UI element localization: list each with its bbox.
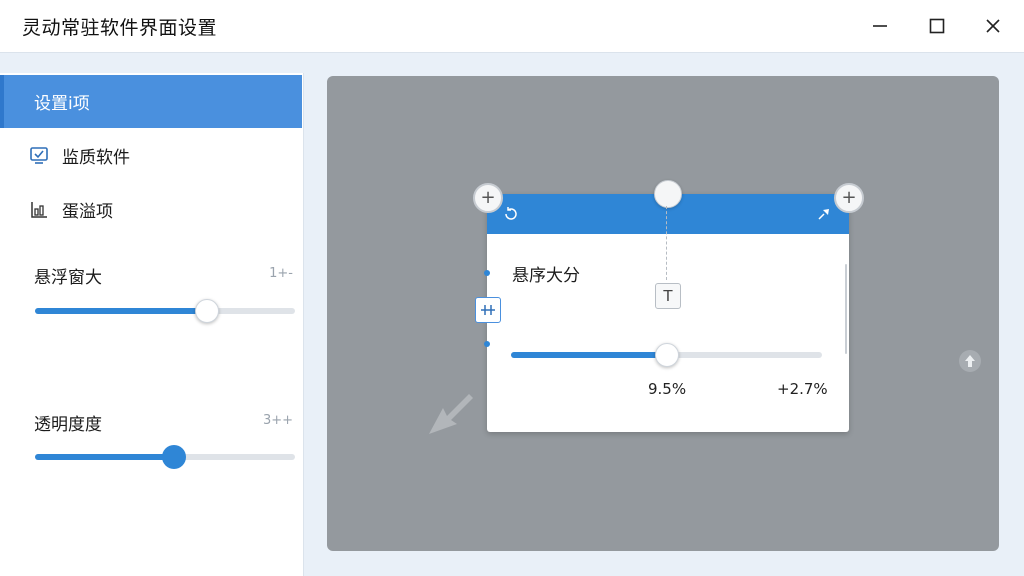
minimize-icon — [873, 25, 887, 27]
sidebar-item-settings[interactable]: 设置і项 — [0, 75, 302, 128]
minimize-button[interactable] — [862, 8, 898, 44]
floating-window-slider[interactable] — [511, 343, 822, 367]
opacity-slider-value: 3++ — [262, 413, 293, 428]
resize-handle-top-left[interactable]: + — [473, 183, 503, 213]
maximize-button[interactable] — [919, 8, 955, 44]
window-title: 灵动常驻软件界面设置 — [22, 17, 218, 39]
sidebar-item-label: 监质软件 — [62, 148, 130, 168]
slider-fill — [511, 352, 667, 358]
opacity-slider-label: 透明度度 — [34, 415, 102, 435]
chart-icon — [29, 200, 49, 220]
slider-fill — [35, 308, 207, 314]
close-button[interactable] — [975, 8, 1011, 44]
sidebar-item-label: 蛋溢项 — [62, 202, 113, 222]
slider-fill — [35, 454, 175, 460]
slider-thumb[interactable] — [654, 343, 679, 367]
title-bar: 灵动常驻软件界面设置 — [0, 0, 1024, 53]
resize-handle-left[interactable] — [475, 297, 501, 323]
plus-icon: + — [480, 187, 496, 208]
ghost-arrow-icon — [429, 394, 473, 434]
sidebar-item-egg-overflow[interactable]: 蛋溢项 — [0, 183, 302, 236]
slider-thumb[interactable] — [194, 299, 219, 323]
size-slider-value: 1+- — [269, 266, 293, 281]
floating-window-scrollbar[interactable] — [845, 264, 847, 354]
value-left: 9.5% — [648, 380, 687, 398]
size-slider[interactable] — [35, 299, 295, 323]
pin-icon[interactable] — [816, 206, 832, 222]
anchor-dot[interactable] — [484, 270, 490, 276]
sidebar-item-monitor-software[interactable]: 监质软件 — [0, 129, 302, 182]
plus-icon: + — [841, 187, 857, 208]
settings-window: 灵动常驻软件界面设置 设置і项 监质软件 蛋溢项 悬浮窗大 1+- 透明度度 3… — [0, 0, 1024, 576]
opacity-slider[interactable] — [35, 445, 295, 469]
value-right: +2.7% — [777, 380, 828, 398]
anchor-dot[interactable] — [484, 341, 490, 347]
monitor-check-icon — [29, 146, 49, 166]
up-arrow-icon[interactable] — [958, 349, 982, 373]
size-slider-label: 悬浮窗大 — [34, 268, 102, 288]
slider-thumb[interactable] — [162, 445, 187, 469]
floating-window-preview[interactable]: 悬序大分 9.5% +2.7% — [487, 194, 849, 432]
center-guide-line — [666, 206, 667, 280]
sidebar-item-label: 设置і项 — [34, 94, 90, 114]
sidebar: 设置і项 监质软件 蛋溢项 悬浮窗大 1+- 透明度度 3++ — [0, 73, 304, 576]
drag-handle-top[interactable] — [654, 180, 682, 208]
active-indicator — [0, 75, 4, 128]
close-icon — [986, 19, 1000, 33]
maximize-icon — [929, 18, 945, 34]
refresh-icon[interactable] — [503, 206, 519, 222]
resize-handle-top-right[interactable]: + — [834, 183, 864, 213]
floating-window-title: 悬序大分 — [512, 266, 580, 286]
horizontal-resize-icon — [481, 305, 495, 315]
text-tool-handle[interactable]: T — [655, 283, 681, 309]
